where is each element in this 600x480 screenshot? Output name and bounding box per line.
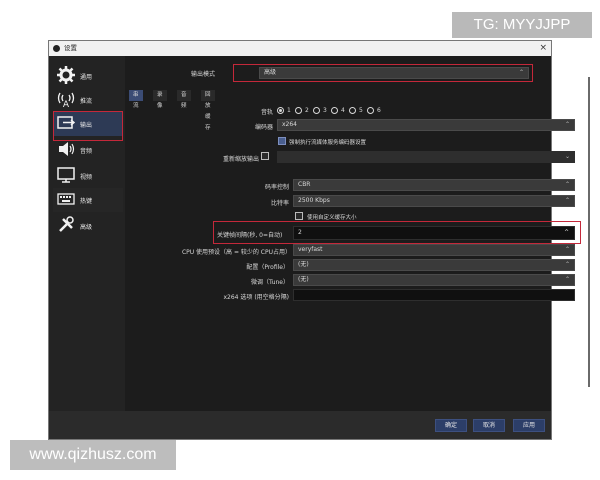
custom-buffer-checkbox[interactable] xyxy=(295,212,303,220)
scrollbar[interactable] xyxy=(588,77,590,387)
encoder-value: x264 xyxy=(282,121,298,128)
profile-value: (无) xyxy=(298,261,309,268)
tune-select[interactable]: (无) ⌃ xyxy=(293,274,575,286)
rescale-checkbox[interactable] xyxy=(261,152,269,160)
tab-audio[interactable]: 音频 xyxy=(177,90,191,109)
rate-control-value: CBR xyxy=(298,181,311,188)
rate-control-select[interactable]: CBR ⌃ xyxy=(293,179,575,191)
track-radio-1[interactable] xyxy=(277,107,284,114)
sidebar-item-stream[interactable]: A 推流 xyxy=(53,88,123,112)
chevron-updown-icon: ⌃ xyxy=(564,121,570,128)
watermark-bottom: www.qizhusz.com xyxy=(10,440,176,470)
apply-button[interactable]: 应用 xyxy=(513,419,545,432)
sidebar-item-label: 视频 xyxy=(80,174,93,181)
cpu-preset-label: CPU 使用预设（高 = 较少的 CPU占用） xyxy=(181,249,291,256)
tools-icon xyxy=(59,216,74,232)
title-bar: 设置 × xyxy=(49,41,551,56)
chevron-updown-icon: ⌃ xyxy=(564,181,570,188)
speaker-icon xyxy=(59,142,75,156)
sidebar-item-label: 通用 xyxy=(80,74,93,81)
chevron-updown-icon: ⌃ xyxy=(564,246,570,253)
track-radio-5[interactable] xyxy=(349,107,356,114)
footer: 确定 取消 应用 xyxy=(49,411,551,439)
x264-options-input[interactable] xyxy=(293,289,575,301)
tab-replay-buffer[interactable]: 回放缓存 xyxy=(201,90,215,131)
monitor-icon xyxy=(57,167,75,183)
broadcast-icon: A xyxy=(57,92,75,108)
cancel-button[interactable]: 取消 xyxy=(473,419,505,432)
x264-options-label: x264 选项 (用空格分隔) xyxy=(223,294,290,301)
track-number: 5 xyxy=(359,107,363,114)
enforce-encoder-checkbox[interactable] xyxy=(278,137,286,145)
tune-label: 微调（Tune） xyxy=(250,279,289,286)
profile-select[interactable]: (无) ⌃ xyxy=(293,259,575,271)
track-number: 3 xyxy=(323,107,327,114)
audio-track-label: 音轨 xyxy=(260,109,273,116)
chevron-updown-icon: ⌃ xyxy=(564,276,570,283)
sidebar-item-advanced[interactable]: 高级 xyxy=(53,214,123,238)
bitrate-label: 比特率 xyxy=(270,200,289,207)
enforce-encoder-label: 强制执行流媒体服务编码器设置 xyxy=(289,140,367,146)
output-settings-panel: 输出模式 高级 ⌃ 串流 录像 音频 回放缓存 音轨 1 2 3 4 5 6 编… xyxy=(125,56,581,411)
watermark-top: TG: MYYJJPP xyxy=(452,12,592,38)
rate-control-label: 码率控制 xyxy=(264,184,289,191)
chevron-down-icon: ⌄ xyxy=(564,153,570,160)
keyboard-icon xyxy=(57,193,75,205)
rescale-resolution-select: ⌄ xyxy=(277,151,575,163)
highlight-keyframe xyxy=(213,221,581,244)
rescale-label: 重新缩放输出 xyxy=(222,156,259,163)
track-radio-2[interactable] xyxy=(295,107,302,114)
track-radio-6[interactable] xyxy=(367,107,374,114)
sidebar-item-general[interactable]: 通用 xyxy=(53,64,123,88)
track-number: 6 xyxy=(377,107,381,114)
sidebar-item-label: 推流 xyxy=(80,98,93,105)
sidebar-item-label: 高级 xyxy=(80,224,93,231)
chevron-updown-icon: ⌃ xyxy=(564,261,570,268)
sidebar: 通用 A 推流 输出 音频 视频 热键 高级 xyxy=(49,56,125,411)
tune-value: (无) xyxy=(298,276,309,283)
settings-window: 设置 × 通用 A 推流 输出 音频 视频 热键 高级 输出模式 高级 ⌃ 串流… xyxy=(48,40,590,440)
sidebar-item-audio[interactable]: 音频 xyxy=(53,138,123,162)
tab-streaming[interactable]: 串流 xyxy=(129,90,143,109)
track-radio-4[interactable] xyxy=(331,107,338,114)
track-number: 4 xyxy=(341,107,345,114)
encoder-select[interactable]: x264 ⌃ xyxy=(277,119,575,131)
tab-recording[interactable]: 录像 xyxy=(153,90,167,109)
track-radio-3[interactable] xyxy=(313,107,320,114)
gear-icon xyxy=(57,66,75,84)
bitrate-value: 2500 Kbps xyxy=(298,197,330,204)
highlight-output-nav xyxy=(53,111,123,141)
sidebar-item-label: 音频 xyxy=(80,148,93,155)
obs-app-icon xyxy=(53,45,60,52)
sidebar-item-label: 热键 xyxy=(80,198,93,205)
spin-arrows-icon: ⌃ xyxy=(564,197,570,204)
close-icon[interactable]: × xyxy=(539,41,547,56)
track-number: 2 xyxy=(305,107,309,114)
track-number: 1 xyxy=(287,107,291,114)
ok-button[interactable]: 确定 xyxy=(435,419,467,432)
profile-label: 配置（Profile） xyxy=(246,264,289,271)
sidebar-item-hotkeys[interactable]: 热键 xyxy=(53,188,123,212)
cpu-preset-value: veryfast xyxy=(298,246,323,253)
bitrate-spinbox[interactable]: 2500 Kbps ⌃ xyxy=(293,195,575,207)
window-title: 设置 xyxy=(64,44,77,52)
highlight-output-mode xyxy=(233,64,533,82)
sidebar-item-video[interactable]: 视频 xyxy=(53,164,123,188)
cpu-preset-select[interactable]: veryfast ⌃ xyxy=(293,244,575,256)
custom-buffer-label: 使用自定义缓存大小 xyxy=(307,215,357,221)
encoder-label: 编码器 xyxy=(254,124,273,131)
svg-text:A: A xyxy=(63,100,70,108)
